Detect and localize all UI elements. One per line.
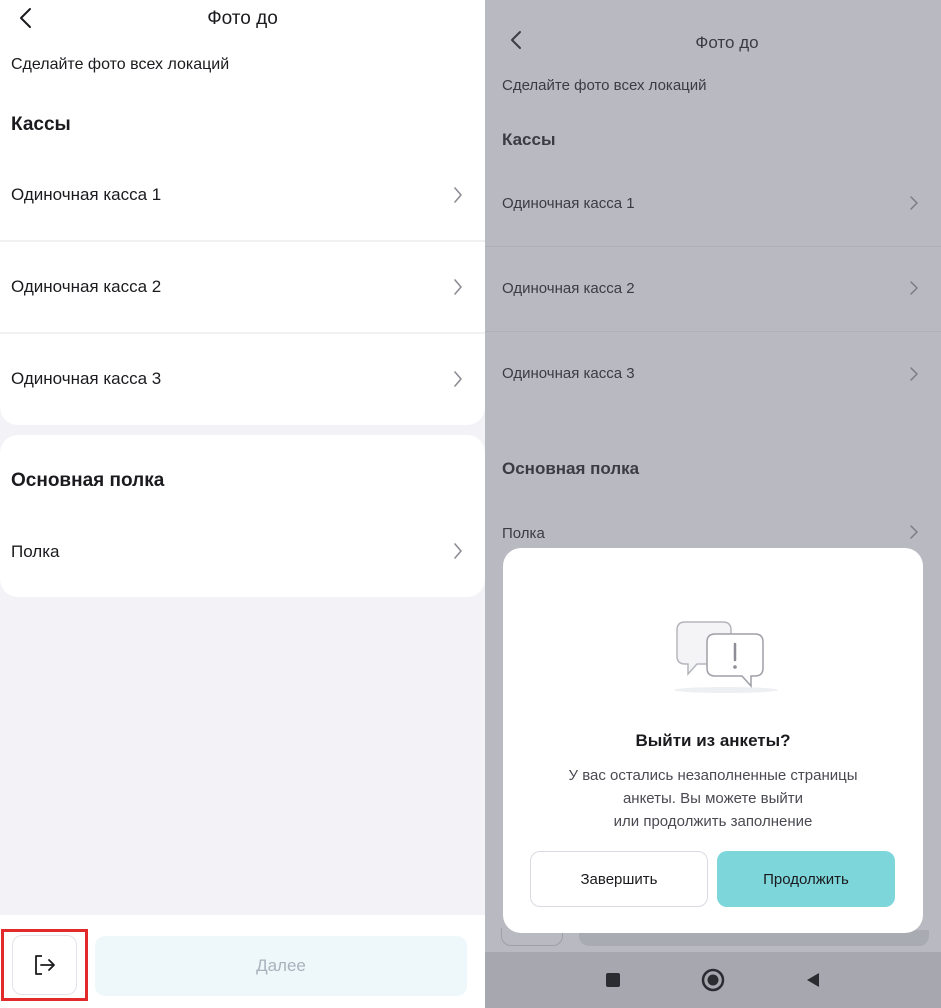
square-icon [606,973,620,987]
chevron-right-icon [454,543,462,559]
page-title: Фото до [695,33,759,52]
dialog-title: Выйти из анкеты? [635,731,791,750]
list-item-kassa-2[interactable]: Одиночная касса 2 [0,242,485,332]
left-screen: Фото до Сделайте фото всех локаций Кассы… [0,0,485,1008]
chevron-right-icon [454,371,462,387]
triangle-back-icon [807,973,819,987]
list-item-kassa-2[interactable]: Одиночная касса 2 [485,247,941,331]
list-item-label: Одиночная касса 2 [502,280,635,297]
chat-alert-icon [674,621,778,693]
system-nav-bar [485,952,941,1008]
section-title-shelf: Основная полка [502,459,640,478]
chevron-right-icon [910,367,918,381]
page-subtitle: Сделайте фото всех локаций [11,56,230,73]
right-screen: Фото до Сделайте фото всех локаций Кассы… [485,0,941,1008]
logout-icon [34,955,55,975]
section-title-kassy: Кассы [11,114,71,135]
nav-back-button[interactable] [793,952,833,1008]
chevron-right-icon [454,279,462,295]
section-title-kassy: Кассы [502,130,556,149]
list-item-label: Полка [11,542,60,561]
circle-icon [701,968,725,992]
dialog-message-line: или продолжить заполнение [613,813,813,830]
page-subtitle: Сделайте фото всех локаций [502,77,707,94]
list-item-kassa-3[interactable]: Одиночная касса 3 [0,334,485,424]
continue-button[interactable]: Продолжить [717,851,895,907]
shelf-card: Основная полка Полка [485,428,941,568]
list-item-label: Одиночная касса 1 [502,195,635,212]
list-item-label: Одиночная касса 3 [11,369,162,388]
list-item-polka[interactable]: Полка [0,520,485,590]
chevron-right-icon [910,281,918,295]
section-title-shelf: Основная полка [11,470,165,491]
chevron-right-icon [910,196,918,210]
header: Фото до [0,8,485,30]
list-item-label: Одиночная касса 2 [11,277,162,296]
nav-home-button[interactable] [693,952,733,1008]
nav-recents-button[interactable] [593,952,633,1008]
list-item-label: Одиночная касса 3 [502,365,635,382]
dialog-message-line: анкеты. Вы можете выйти [622,790,804,807]
list-item-label: Полка [502,525,545,542]
exit-button[interactable] [12,935,77,995]
chevron-right-icon [910,525,918,539]
shelf-card: Основная полка Полка [0,435,485,597]
exit-dialog: Выйти из анкеты? У вас остались незаполн… [503,548,923,933]
kassy-card: Фото до Сделайте фото всех локаций Кассы… [0,0,485,425]
dialog-message-line: У вас остались незаполненные страницы [568,767,858,784]
list-item-label: Одиночная касса 1 [11,185,162,204]
list-item-polka[interactable]: Полка [485,513,941,553]
kassy-card: Фото до Сделайте фото всех локаций Кассы… [485,0,941,420]
page-title: Фото до [207,8,278,29]
list-item-kassa-3[interactable]: Одиночная касса 3 [485,332,941,416]
list-item-kassa-1[interactable]: Одиночная касса 1 [485,162,941,246]
dialog-message: У вас остались незаполненные страницы ан… [543,764,883,833]
finish-button[interactable]: Завершить [530,851,708,907]
list-item-kassa-1[interactable]: Одиночная касса 1 [0,150,485,240]
header: Фото до [485,33,941,53]
chevron-right-icon [454,187,462,203]
next-button[interactable]: Далее [95,936,467,996]
